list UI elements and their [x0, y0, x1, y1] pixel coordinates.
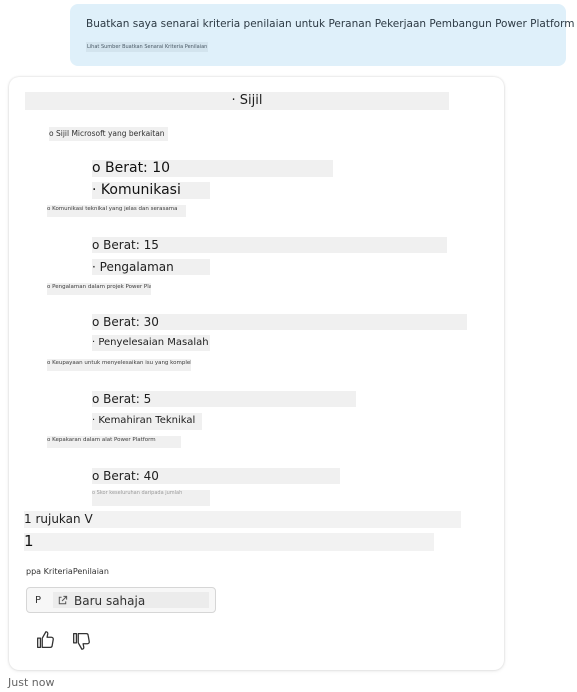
reply-line-technical-skills-detail: o Kepakaran dalam alat Power Platform — [47, 436, 181, 448]
reply-line-communication-detail: o Komunikasi teknikal yang jelas dan ser… — [47, 205, 186, 217]
source-link[interactable]: Baru sahaja — [53, 592, 209, 608]
thumbs-up-icon[interactable] — [34, 629, 56, 651]
user-message-subtext: Lihat Sumber Buatkan Senarai Kriteria Pe… — [86, 42, 209, 52]
external-link-icon — [58, 595, 68, 605]
user-message-text: Buatkan saya senarai kriteria penilaian … — [86, 18, 575, 30]
source-number: P — [35, 595, 42, 606]
thumbs-down-icon[interactable] — [70, 630, 92, 652]
reply-line-certification-detail: o Sijil Microsoft yang berkaitan — [49, 127, 168, 141]
reply-line-total-score: o Skor keseluruhan daripada jumlah — [92, 490, 210, 506]
citation-text: ppa KriteriaPenilaian — [26, 567, 109, 576]
source-label: Baru sahaja — [74, 594, 146, 608]
source-reference-button[interactable]: P Baru sahaja — [26, 587, 216, 613]
reply-line-weight-30: o Berat: 30 — [92, 314, 467, 330]
references-toggle[interactable]: 1 rujukan V — [24, 511, 461, 528]
reply-line-communication: · Komunikasi — [92, 182, 210, 199]
reply-line-experience-detail: o Pengalaman dalam projek Power Platform — [47, 283, 151, 295]
reply-line-weight-15: o Berat: 15 — [92, 237, 447, 253]
reply-line-weight-40: o Berat: 40 — [92, 468, 340, 484]
user-message-bubble: Buatkan saya senarai kriteria penilaian … — [70, 4, 574, 66]
reply-line-problem-solving-detail: o Keupayaan untuk menyelesaikan isu yang… — [47, 359, 191, 371]
reply-line-certification: · Sijil — [25, 92, 449, 110]
reply-line-problem-solving: · Penyelesaian Masalah — [92, 335, 210, 351]
reply-line-technical-skills: · Kemahiran Teknikal — [92, 413, 202, 430]
reference-number: 1 — [24, 533, 434, 551]
reply-line-weight-5: o Berat: 5 — [92, 391, 356, 407]
reply-line-weight-10: o Berat: 10 — [92, 160, 333, 177]
reply-line-experience: · Pengalaman — [92, 259, 210, 275]
message-timestamp: Just now — [8, 676, 55, 689]
